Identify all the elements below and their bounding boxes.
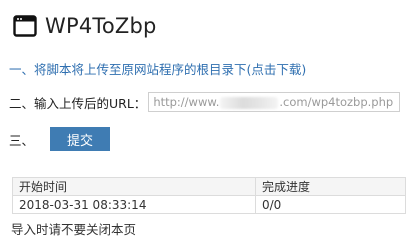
step3-row: 三、 提交: [9, 127, 111, 151]
cell-start-time: 2018-03-31 08:33:14: [12, 195, 256, 214]
submit-button[interactable]: 提交: [50, 127, 111, 151]
url-input[interactable]: http://www. .com/wp4tozbp.php: [148, 92, 401, 112]
header-progress: 完成进度: [255, 177, 406, 196]
url-placeholder-prefix: http://www.: [153, 95, 220, 109]
step1-text: 将脚本将上传至原网站程序的根目录下: [34, 62, 247, 77]
url-placeholder-suffix: .com/wp4tozbp.php: [279, 95, 394, 109]
app-title: WP4ToZbp: [45, 14, 157, 38]
step1-row: 一、将脚本将上传至原网站程序的根目录下(点击下载): [9, 59, 306, 78]
url-label: 二、输入上传后的URL：: [9, 95, 147, 111]
url-redacted: [220, 96, 279, 109]
browser-window-icon: [13, 15, 37, 37]
note-text: 导入时请不要关闭本页: [11, 222, 137, 237]
download-link[interactable]: (点击下载): [247, 62, 307, 77]
cell-progress: 0/0: [255, 195, 406, 214]
step1-number: 一、: [9, 62, 35, 77]
table-row: 2018-03-31 08:33:14 0/0: [12, 195, 406, 214]
table-header-row: 开始时间 完成进度: [12, 177, 406, 196]
header-start-time: 开始时间: [12, 177, 256, 196]
step3-number: 三、: [9, 132, 35, 148]
page: WP4ToZbp 一、将脚本将上传至原网站程序的根目录下(点击下载) 二、输入上…: [0, 0, 406, 246]
progress-table: 开始时间 完成进度 2018-03-31 08:33:14 0/0: [12, 177, 406, 214]
step2-row: 二、输入上传后的URL： http://www. .com/wp4tozbp.ph…: [9, 90, 401, 114]
header: WP4ToZbp: [13, 12, 157, 40]
